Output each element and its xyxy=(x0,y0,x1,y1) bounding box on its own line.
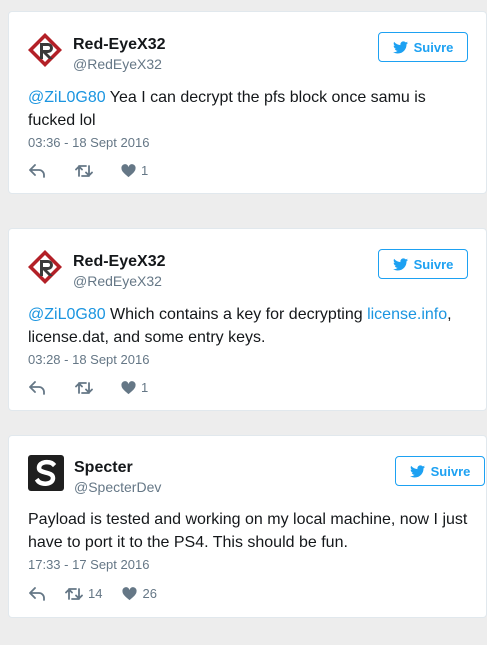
twitter-bird-icon xyxy=(392,40,408,53)
author-name[interactable]: Red-EyeX32 xyxy=(73,253,166,271)
tweet-text: @ZiL0G80 Yea I can decrypt the pfs block… xyxy=(28,86,473,132)
tweet-actions: 1 xyxy=(29,163,148,178)
tweet-actions: 1 xyxy=(29,380,148,395)
follow-button[interactable]: Suivre xyxy=(378,32,468,62)
tweet-text-line: have to port it to the PS4. This should … xyxy=(28,534,348,551)
tweet-actions: 14 26 xyxy=(29,586,157,601)
heart-icon xyxy=(121,380,136,394)
author-handle[interactable]: @RedEyeX32 xyxy=(73,273,162,289)
like-button[interactable]: 1 xyxy=(121,380,148,395)
tweet-text-segment: , xyxy=(447,306,452,323)
tweet-text: @ZiL0G80 Which contains a key for decryp… xyxy=(28,303,478,349)
like-count: 26 xyxy=(142,586,157,601)
twitter-bird-icon xyxy=(392,257,408,270)
specter-s-logo-icon[interactable] xyxy=(28,455,64,491)
retweet-button[interactable]: 14 xyxy=(65,586,102,601)
reply-button[interactable] xyxy=(29,163,57,178)
tweet-text-line: fucked lol xyxy=(28,112,96,129)
twitter-bird-icon xyxy=(409,464,425,477)
follow-label: Suivre xyxy=(413,256,454,272)
tweet-text-line: Payload is tested and working on my loca… xyxy=(28,511,468,528)
retweet-icon xyxy=(75,164,93,177)
reply-icon xyxy=(29,586,45,601)
retweet-count: 14 xyxy=(88,586,103,601)
reply-icon xyxy=(29,380,45,395)
reply-button[interactable] xyxy=(29,586,57,601)
timestamp[interactable]: 03:36 - 18 Sept 2016 xyxy=(28,135,149,151)
follow-label: Suivre xyxy=(430,463,471,479)
tweet-card: Specter @SpecterDev Suivre Payload is te… xyxy=(8,435,487,618)
red-eye-r-logo-icon[interactable] xyxy=(27,32,63,68)
like-count: 1 xyxy=(141,380,149,395)
timestamp[interactable]: 17:33 - 17 Sept 2016 xyxy=(28,557,149,573)
tweet-text-line: license.dat, and some entry keys. xyxy=(28,329,266,346)
reply-icon xyxy=(29,163,45,178)
like-button[interactable]: 26 xyxy=(122,586,157,601)
author-name[interactable]: Red-EyeX32 xyxy=(73,36,166,54)
mention-link[interactable]: @ZiL0G80 xyxy=(28,89,106,106)
author-handle[interactable]: @SpecterDev xyxy=(74,479,161,495)
like-button[interactable]: 1 xyxy=(121,163,148,178)
reply-button[interactable] xyxy=(29,380,57,395)
tweet-card: Red-EyeX32 @RedEyeX32 Suivre @ZiL0G80 Wh… xyxy=(8,228,487,411)
heart-icon xyxy=(121,163,136,177)
follow-button[interactable]: Suivre xyxy=(395,456,485,486)
timestamp[interactable]: 03:28 - 18 Sept 2016 xyxy=(28,352,149,368)
retweet-button[interactable] xyxy=(75,381,105,395)
retweet-button[interactable] xyxy=(75,164,105,178)
red-eye-r-logo-icon[interactable] xyxy=(27,249,63,285)
heart-icon xyxy=(122,586,138,600)
tweet-text-segment: Yea I can decrypt the pfs block once sam… xyxy=(105,89,426,106)
follow-label: Suivre xyxy=(413,39,454,55)
license-info-link[interactable]: license.info xyxy=(367,306,447,323)
retweet-icon xyxy=(65,587,83,600)
follow-button[interactable]: Suivre xyxy=(378,249,468,279)
tweet-text: Payload is tested and working on my loca… xyxy=(28,508,483,554)
retweet-icon xyxy=(75,381,93,394)
author-name[interactable]: Specter xyxy=(74,459,133,477)
mention-link[interactable]: @ZiL0G80 xyxy=(28,306,106,323)
tweet-text-segment: Which contains a key for decrypting xyxy=(105,306,368,323)
author-handle[interactable]: @RedEyeX32 xyxy=(73,56,162,72)
like-count: 1 xyxy=(141,163,149,178)
tweet-card: Red-EyeX32 @RedEyeX32 Suivre @ZiL0G80 Ye… xyxy=(8,11,487,194)
